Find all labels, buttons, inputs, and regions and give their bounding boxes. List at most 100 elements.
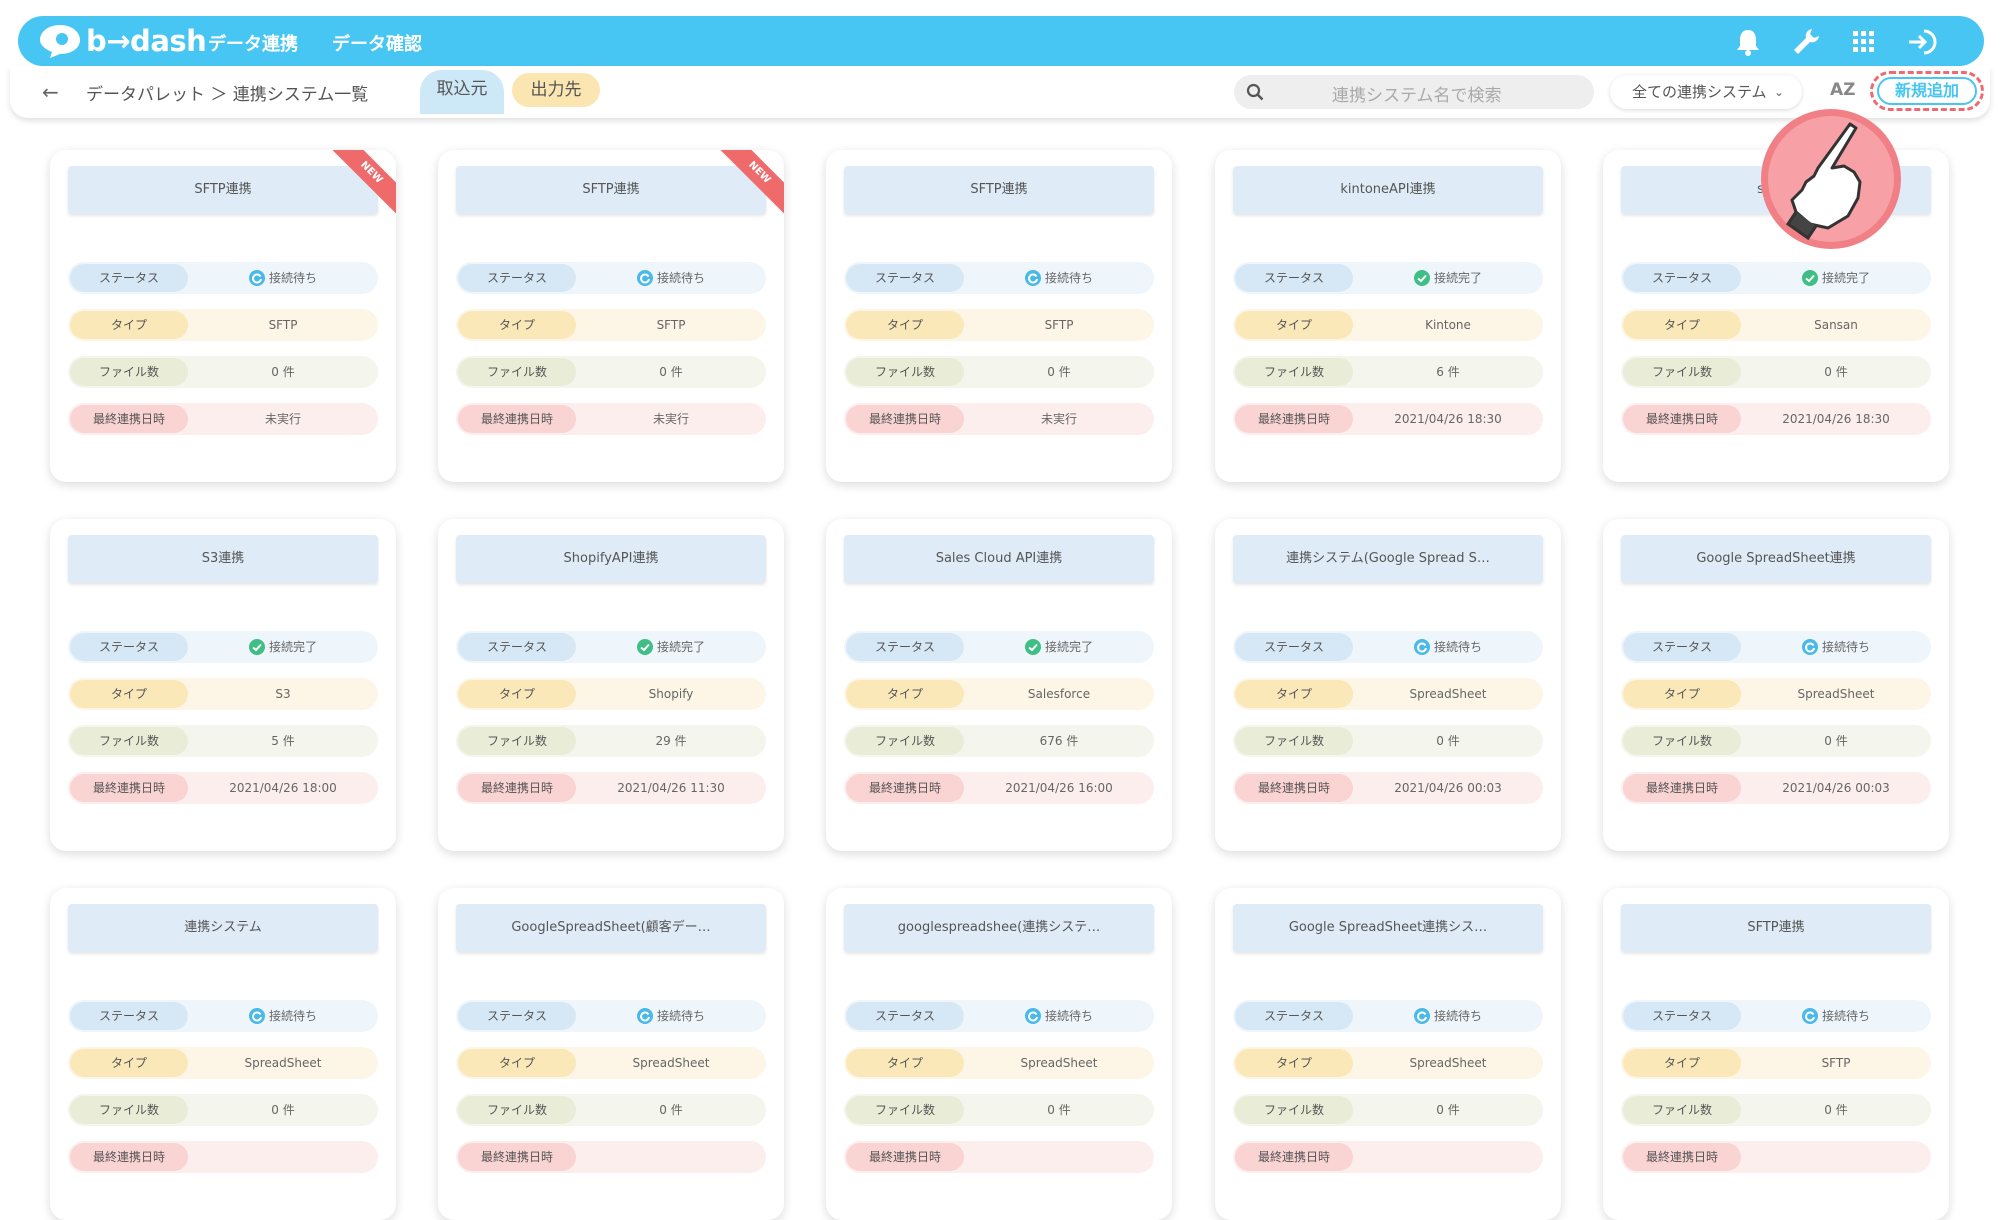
value-text: 接続待ち [1044,1009,1093,1023]
file-count-label: ファイル数 [1623,727,1741,755]
integration-card[interactable]: S3連携 ステータス 接続完了 タイプ S3 ファイル数 5 件最終連携日時 2021/04/… [50,519,396,851]
value-text: 2021/04/26 18:00 [229,781,337,795]
integration-card[interactable]: SFTP連携 ステータス 接続待ち タイプ SFTP ファイル数 0 件最終連携日時 [1603,888,1949,1220]
integration-card[interactable]: Sales Cloud API連携 ステータス 接続完了 タイプ Salesforce フ… [826,519,1172,851]
check-circle-icon [1801,270,1818,286]
integration-card[interactable]: Google SpreadSheet連携 ステータス 接続待ち タイプ SpreadSh… [1603,519,1949,851]
card-title[interactable]: 連携システム [68,904,378,952]
last-sync-value [964,1141,1154,1173]
last-sync-label: 最終連携日時 [1235,1143,1353,1171]
value-text: 0 件 [271,365,295,379]
file-count-label: ファイル数 [846,358,964,386]
last-sync-value: 2021/04/26 18:00 [188,772,378,804]
card-title[interactable]: S3連携 [68,535,378,583]
integration-card[interactable]: SFTP連携 ステータス 接続待ち タイプ SFTP ファイル数 0 件最終連携日時 未実行 [826,150,1172,482]
file-count-label: ファイル数 [1235,1096,1353,1124]
type-label: タイプ [458,1049,576,1077]
value-text: 2021/04/26 16:00 [1005,781,1113,795]
integration-card[interactable]: GoogleSpreadSheet(顧客デー… ステータス 接続待ち タイプ Sprea… [438,888,784,1220]
card-title[interactable]: Sales Cloud API連携 [844,535,1154,583]
card-title[interactable]: GoogleSpreadSheet(顧客デー… [456,904,766,952]
integration-card[interactable]: 連携システム(Google Spread S… ステータス 接続待ち タイプ Sprea… [1215,519,1561,851]
last-sync-value: 未実行 [576,403,766,435]
integration-card[interactable]: googlespreadshee(連携システ… ステータス 接続待ち タイプ Sprea… [826,888,1172,1220]
card-title[interactable]: kintoneAPI連携 [1233,166,1543,214]
check-circle-icon [1024,639,1041,655]
integration-card[interactable]: SFTP連携 NEW ステータス 接続待ち タイプ SFTP ファイル数 0 件最終連携日時未… [438,150,784,482]
status-label: ステータス [70,633,188,661]
integration-card[interactable]: SFTP連携 NEW ステータス 接続待ち タイプ SFTP ファイル数 0 件最終連携日時未… [50,150,396,482]
value-text: 0 件 [1824,734,1848,748]
card-title[interactable]: SFTP連携 [456,166,766,214]
value-text: 0 件 [1824,365,1848,379]
tab-export-destination[interactable]: 出力先 [512,73,600,107]
integration-card[interactable]: kintoneAPI連携 ステータス 接続完了 タイプ Kintone ファイル数 6 件最… [1215,150,1561,482]
nav-data-integration[interactable]: データ連携 [208,30,298,56]
card-title[interactable]: SFTP連携 [844,166,1154,214]
grid-apps-icon[interactable] [1848,26,1880,58]
file-count-row: ファイル数 5 件 [68,725,378,757]
type-label: タイプ [458,680,576,708]
type-label: タイプ [846,311,964,339]
integration-card[interactable]: Google SpreadSheet連携シス… ステータス 接続待ち タイプ Sprea… [1215,888,1561,1220]
card-title[interactable]: Google SpreadSheet連携シス… [1233,904,1543,952]
sync-icon [1413,639,1430,655]
value-text: SFTP [1044,318,1074,332]
file-count-row: ファイル数 0 件 [456,1094,766,1126]
back-arrow-icon[interactable]: ← [42,80,59,104]
file-count-row: ファイル数 0 件 [844,1094,1154,1126]
card-title[interactable]: googlespreadshee(連携システ… [844,904,1154,952]
status-value: 接続待ち [964,262,1154,294]
add-new-button[interactable]: 新規追加 [1877,77,1977,105]
value-text: 2021/04/26 00:03 [1782,781,1890,795]
breadcrumb: データパレット ＞ 連携システム一覧 [86,85,369,105]
system-filter-select[interactable]: 全ての連携システム ⌄ [1610,75,1802,109]
last-sync-label: 最終連携日時 [70,774,188,802]
status-row: ステータス 接続待ち [1233,631,1543,663]
value-text: 未実行 [652,412,689,426]
integration-card[interactable]: ShopifyAPI連携 ステータス 接続完了 タイプ Shopify ファイル数 29 件… [438,519,784,851]
nav-data-check[interactable]: データ確認 [332,30,422,56]
sort-az-button[interactable]: AZ [1830,80,1855,100]
value-text: 2021/04/26 18:30 [1782,412,1890,426]
last-sync-row: 最終連携日時 [1621,1141,1931,1173]
wrench-icon[interactable] [1790,26,1822,58]
logout-icon[interactable] [1906,26,1938,58]
value-text: SpreadSheet [1020,1056,1098,1070]
type-row: タイプ SFTP [456,309,766,341]
logo[interactable]: b→dash [38,23,207,59]
status-label: ステータス [458,1002,576,1030]
search-input[interactable]: 連携システム名で検索 [1332,81,1502,106]
integration-card[interactable]: 連携システム ステータス 接続待ち タイプ SpreadSheet ファイル数 0 件最終連… [50,888,396,1220]
logo-bubble-icon [40,25,80,58]
status-value: 接続待ち [188,262,378,294]
status-value: 接続完了 [1353,262,1543,294]
value-text: 接続待ち [1044,271,1093,285]
type-label: タイプ [1235,1049,1353,1077]
last-sync-row: 最終連携日時 [1233,1141,1543,1173]
last-sync-label: 最終連携日時 [1623,405,1741,433]
card-title[interactable]: ShopifyAPI連携 [456,535,766,583]
type-label: タイプ [70,680,188,708]
card-title[interactable]: 連携システム(Google Spread S… [1233,535,1543,583]
status-row: ステータス 接続待ち [68,1000,378,1032]
value-text: 2021/04/26 00:03 [1394,781,1502,795]
last-sync-label: 最終連携日時 [1235,405,1353,433]
card-title[interactable]: SFTP連携 [68,166,378,214]
card-title[interactable]: Google SpreadSheet連携 [1621,535,1931,583]
sync-icon [636,270,653,286]
type-row: タイプ SpreadSheet [68,1047,378,1079]
type-value: S3 [188,678,378,710]
type-label: タイプ [70,311,188,339]
sync-icon [1801,1008,1818,1024]
pointing-hand-icon [1761,109,1901,249]
sync-icon [1413,1008,1430,1024]
search-box[interactable]: 連携システム名で検索 [1234,75,1594,109]
card-title[interactable]: SFTP連携 [1621,904,1931,952]
tab-import-source[interactable]: 取込元 [420,70,504,114]
status-value: 接続待ち [188,1000,378,1032]
last-sync-label: 最終連携日時 [846,1143,964,1171]
status-value: 接続待ち [1353,631,1543,663]
bell-icon[interactable] [1732,26,1764,58]
value-text: 接続完了 [1821,271,1870,285]
